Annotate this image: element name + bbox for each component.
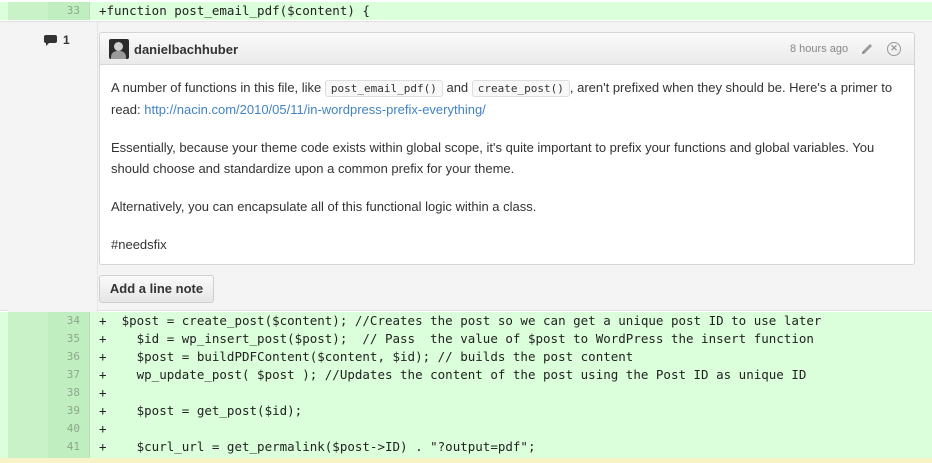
line-number[interactable]: 41 <box>48 440 80 453</box>
line-number[interactable]: 37 <box>48 368 80 381</box>
diff-line: 37 + wp_update_post( $post ); //Updates t… <box>0 366 932 384</box>
comment-paragraph: A number of functions in this file, like… <box>111 77 906 120</box>
diff-bottom-strip <box>0 458 932 463</box>
add-line-note-button[interactable]: Add a line note <box>99 275 214 303</box>
diff-gutter-old <box>8 312 48 330</box>
avatar[interactable] <box>109 39 129 59</box>
inline-code: create_post() <box>471 80 570 97</box>
line-number[interactable]: 38 <box>48 386 80 399</box>
diff-gutter-old <box>8 348 48 366</box>
diff-gutter-old <box>8 384 48 402</box>
comment-count-badge: 1 <box>44 33 70 47</box>
diff-gutter-old <box>8 420 48 438</box>
code-text: + <box>99 421 107 436</box>
code-text: + wp_update_post( $post ); //Updates the… <box>99 367 807 382</box>
comment-header: danielbachhuber 8 hours ago ✕ <box>100 33 914 65</box>
comment-text: and <box>442 80 472 95</box>
line-number[interactable]: 39 <box>48 404 80 417</box>
diff-gutter-old <box>8 402 48 420</box>
inline-comment-thread: 1 danielbachhuber 8 hours ago ✕ A number… <box>0 21 932 312</box>
line-number[interactable]: 33 <box>48 4 80 17</box>
comment-timestamp[interactable]: 8 hours ago <box>790 43 848 55</box>
line-number[interactable]: 36 <box>48 350 80 363</box>
diff-line: 36 + $post = buildPDFContent($content, $i… <box>0 348 932 366</box>
diff-gutter-old <box>8 366 48 384</box>
comment-paragraph: Essentially, because your theme code exi… <box>111 140 875 176</box>
delete-comment-icon[interactable]: ✕ <box>887 42 901 56</box>
line-number[interactable]: 34 <box>48 314 80 327</box>
inline-code: post_email_pdf() <box>324 80 443 97</box>
diff-gutter-old <box>8 438 48 456</box>
comment-bubble-icon <box>44 34 57 46</box>
code-text: + $curl_url = get_permalink($post->ID) .… <box>99 439 536 454</box>
comment: danielbachhuber 8 hours ago ✕ A number o… <box>99 32 915 265</box>
line-number[interactable]: 40 <box>48 422 80 435</box>
comment-paragraph: Alternatively, you can encapsulate all o… <box>111 199 537 214</box>
diff-line: 33 +function post_email_pdf($content) { <box>0 2 932 20</box>
comment-gutter: 1 <box>8 22 98 312</box>
diff-line: 34 + $post = create_post($content); //Cre… <box>0 312 932 330</box>
comment-author[interactable]: danielbachhuber <box>134 42 238 57</box>
diff-line: 41 + $curl_url = get_permalink($post->ID)… <box>0 438 932 456</box>
code-text: + $id = wp_insert_post($post); // Pass t… <box>99 331 814 346</box>
diff-line: 40 + <box>0 420 932 438</box>
diff-line: 35 + $id = wp_insert_post($post); // Pass… <box>0 330 932 348</box>
comment-count: 1 <box>63 33 70 47</box>
code-text: + $post = get_post($id); <box>99 403 303 418</box>
comment-text: A number of functions in this file, like <box>111 80 325 95</box>
diff-gutter-old <box>8 330 48 348</box>
line-number[interactable]: 35 <box>48 332 80 345</box>
code-text: +function post_email_pdf($content) { <box>99 3 370 18</box>
comment-hashtag: #needsfix <box>111 237 167 252</box>
primer-link[interactable]: http://nacin.com/2010/05/11/in-wordpress… <box>144 102 486 117</box>
diff-line: 38 + <box>0 384 932 402</box>
diff-gutter-old <box>8 2 48 20</box>
comment-body: A number of functions in this file, like… <box>111 77 906 272</box>
diff-line: 39 + $post = get_post($id); <box>0 402 932 420</box>
pencil-icon[interactable] <box>860 42 874 56</box>
code-text: + $post = create_post($content); //Creat… <box>99 313 822 328</box>
code-text: + $post = buildPDFContent($content, $id)… <box>99 349 634 364</box>
code-text: + <box>99 385 107 400</box>
